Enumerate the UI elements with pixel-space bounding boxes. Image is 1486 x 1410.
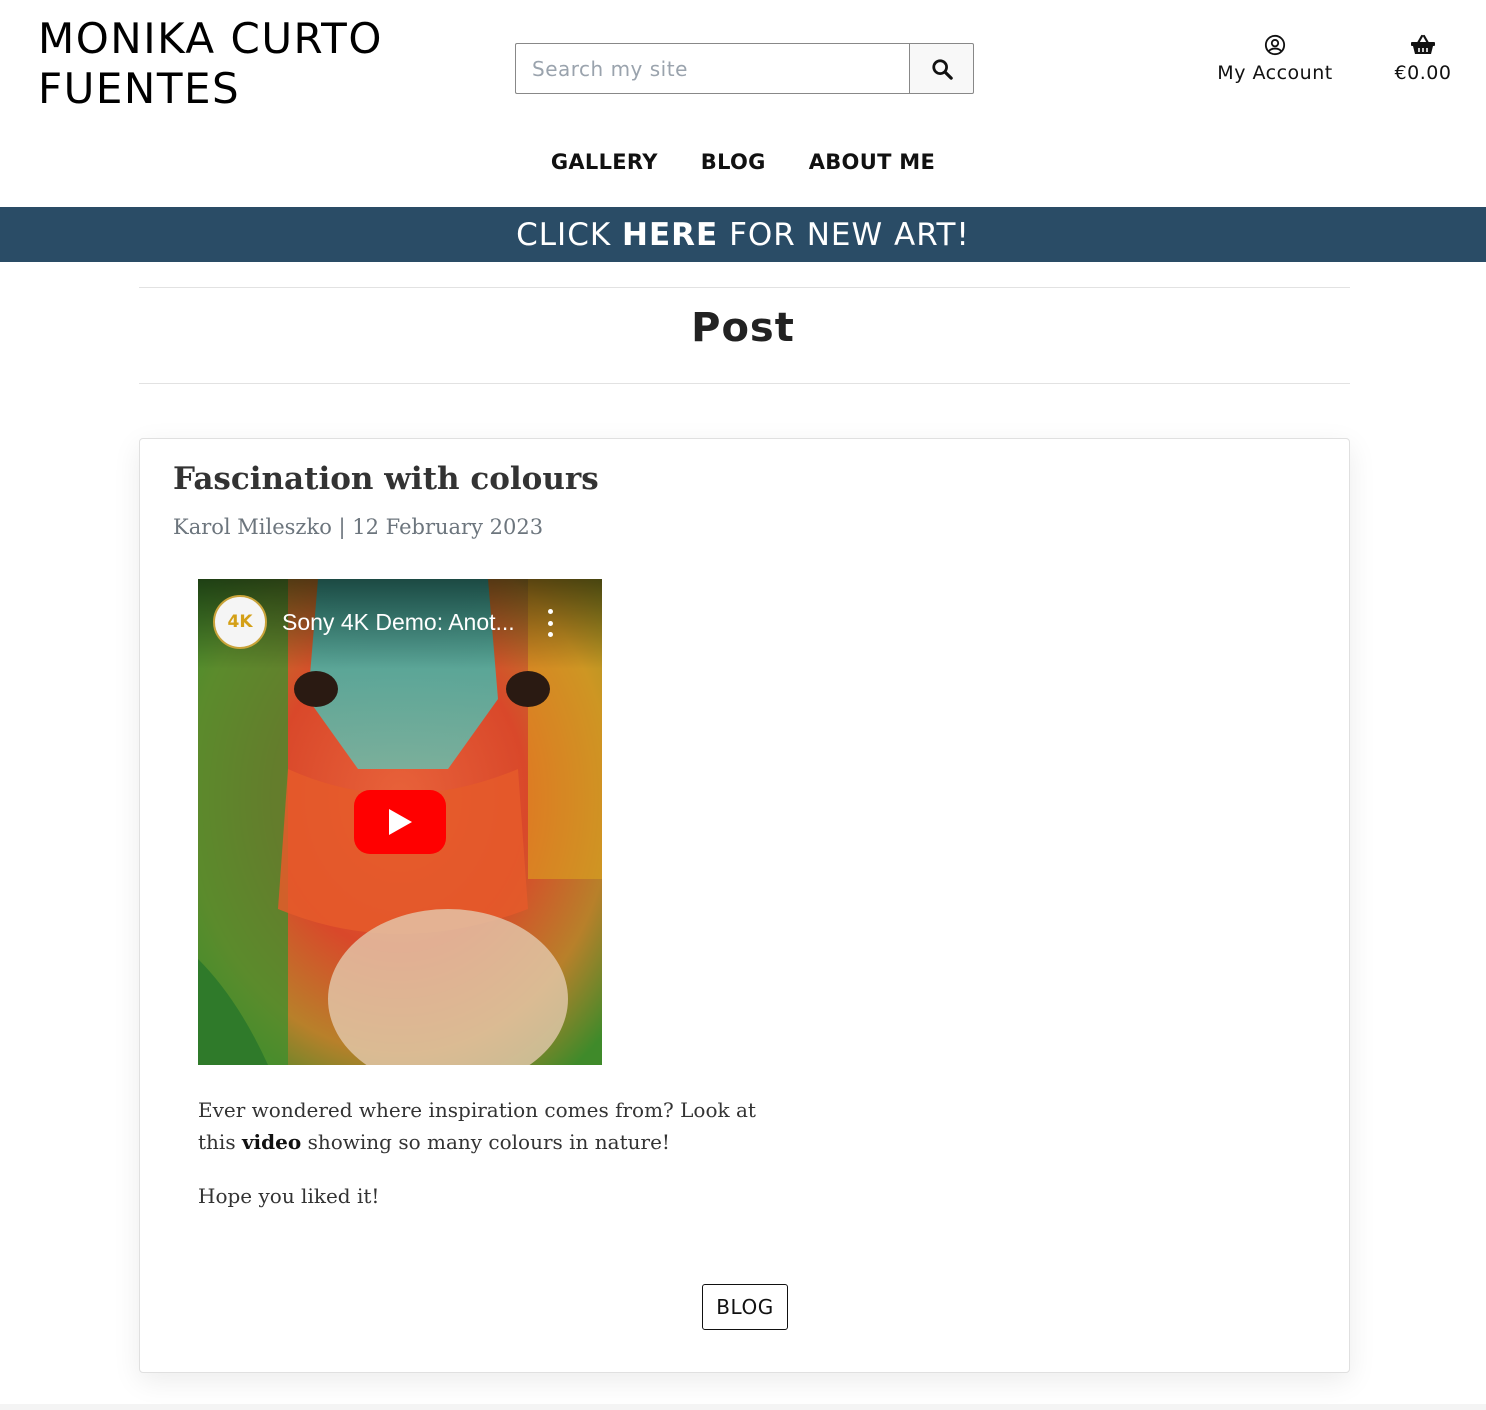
banner-suffix: FOR NEW ART! (729, 216, 970, 253)
post-card: Fascination with colours Karol Mileszko … (139, 438, 1350, 1373)
nav-item-about-me[interactable]: ABOUT ME (809, 150, 935, 174)
channel-logo-text: 4K (227, 612, 253, 632)
search-form (515, 43, 974, 94)
title-top-divider (139, 287, 1350, 288)
title-bottom-divider (139, 383, 1350, 384)
main-nav: GALLERY BLOG ABOUT ME (0, 150, 1486, 174)
my-account-link[interactable]: My Account (1212, 34, 1338, 84)
new-art-banner[interactable]: CLICK HERE FOR NEW ART! (0, 207, 1486, 262)
post-title: Fascination with colours (173, 461, 599, 497)
site-brand[interactable]: MONIKA CURTO FUENTES (38, 14, 458, 114)
play-icon (389, 809, 412, 835)
post-paragraph-1: Ever wondered where inspiration comes fr… (198, 1098, 756, 1154)
back-to-blog-button[interactable]: BLOG (702, 1284, 788, 1330)
banner-here-link[interactable]: HERE (622, 217, 718, 253)
account-icon (1264, 34, 1286, 56)
post-paragraph-2: Hope you liked it! (198, 1184, 380, 1208)
channel-logo[interactable]: 4K (213, 595, 267, 649)
video-embed[interactable]: 4K Sony 4K Demo: Anot... (198, 579, 602, 1065)
search-button[interactable] (909, 43, 974, 94)
nav-item-gallery[interactable]: GALLERY (551, 150, 658, 174)
my-account-label: My Account (1217, 62, 1333, 84)
play-button[interactable] (354, 790, 446, 854)
nav-item-blog[interactable]: BLOG (701, 150, 766, 174)
page-title: Post (691, 305, 795, 351)
banner-prefix: CLICK (516, 216, 612, 253)
video-emphasis: video (241, 1130, 302, 1154)
post-body: Ever wondered where inspiration comes fr… (198, 1094, 758, 1234)
search-input[interactable] (515, 43, 909, 94)
basket-link[interactable]: €0.00 (1384, 34, 1462, 84)
footer-edge (0, 1404, 1486, 1410)
video-title[interactable]: Sony 4K Demo: Anot... (282, 609, 515, 636)
more-vert-icon[interactable] (544, 609, 556, 637)
basket-total: €0.00 (1394, 62, 1452, 84)
basket-icon (1411, 34, 1435, 54)
post-meta: Karol Mileszko | 12 February 2023 (173, 515, 544, 539)
search-icon (931, 58, 953, 80)
